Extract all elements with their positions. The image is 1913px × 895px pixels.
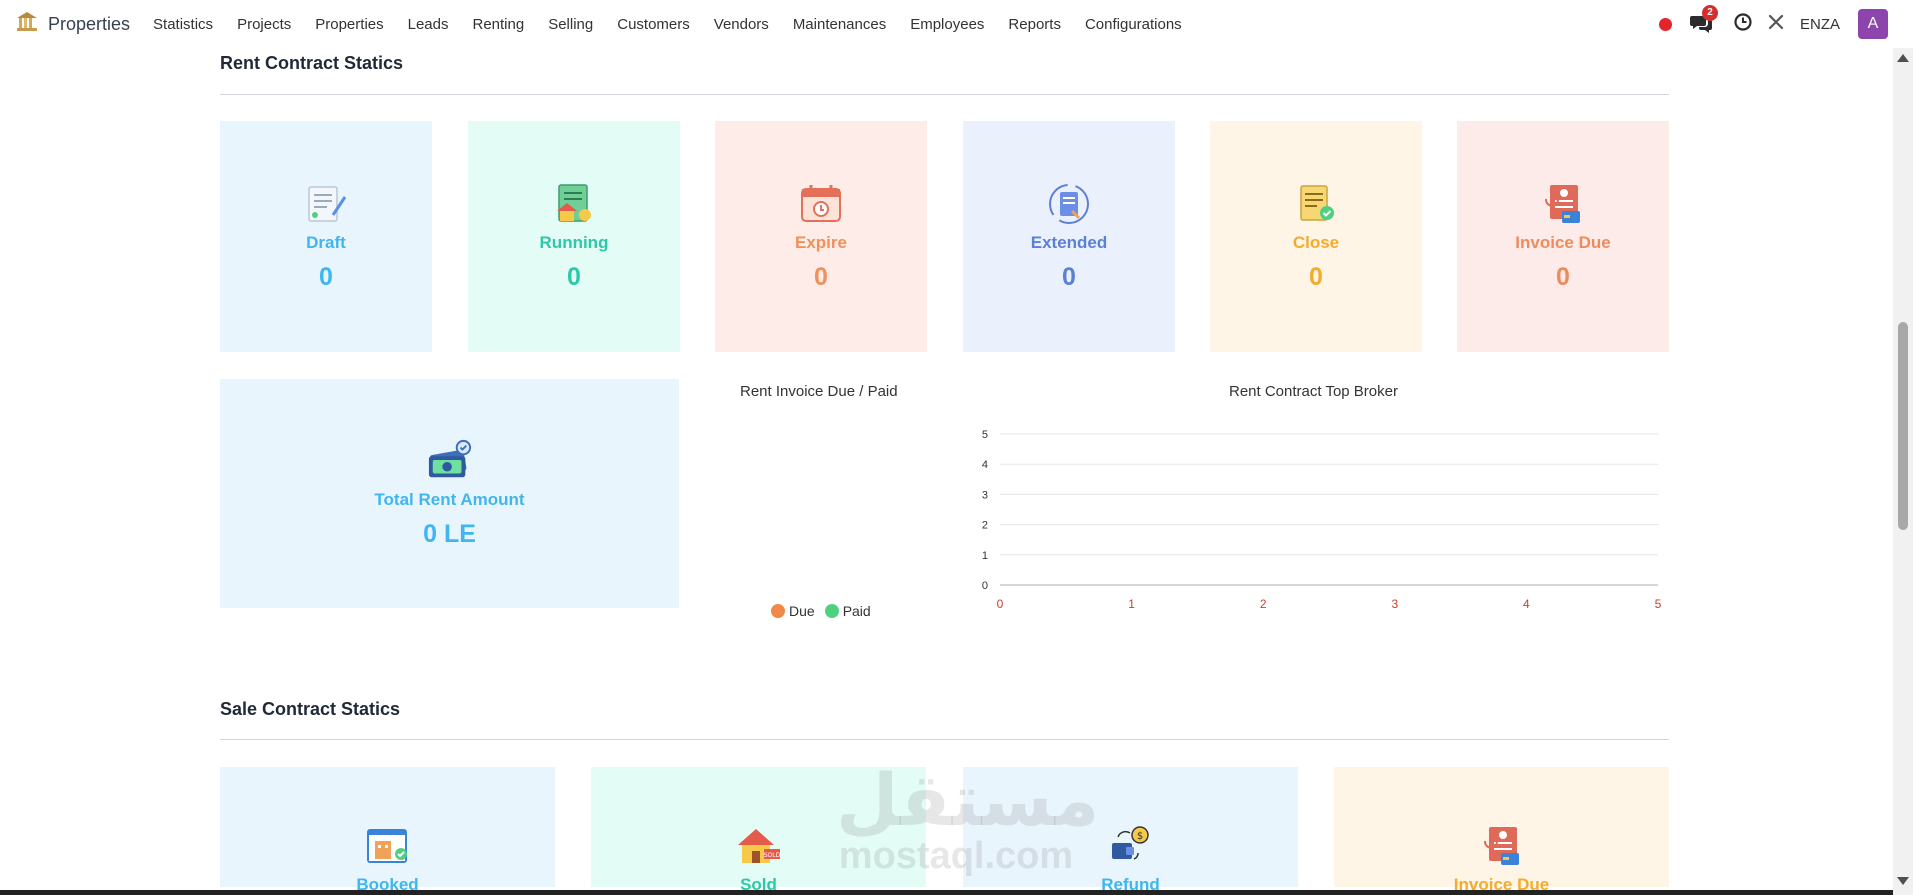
menu-item-maintenances[interactable]: Maintenances	[793, 16, 886, 33]
draft-document-icon	[303, 181, 349, 227]
legend-dot	[824, 604, 839, 618]
y-tick-label: 0	[982, 580, 988, 592]
scroll-thumb[interactable]	[1898, 322, 1908, 530]
menu-item-leads[interactable]: Leads	[408, 16, 449, 33]
watermark-latin: mostaql.com	[838, 835, 1074, 877]
rent-section-divider	[220, 94, 1669, 95]
app-name: Properties	[48, 13, 131, 34]
debug-tools-icon[interactable]	[1768, 14, 1784, 35]
chat-count-badge: 2	[1701, 5, 1718, 21]
menu-item-properties[interactable]: Properties	[315, 16, 383, 33]
x-tick-label: 5	[1655, 597, 1662, 611]
card-label: Close	[1292, 233, 1340, 252]
sale-card-booked[interactable]: Booked	[220, 767, 555, 894]
card-label: Expire	[795, 233, 847, 252]
calendar-expire-icon	[798, 181, 844, 227]
running-house-contract-icon	[551, 181, 597, 227]
activity-clock-icon[interactable]	[1734, 12, 1752, 36]
y-tick-label: 4	[982, 459, 988, 471]
card-label: Running	[539, 233, 609, 252]
menu-item-selling[interactable]: Selling	[548, 16, 593, 33]
card-label: Extended	[1030, 233, 1108, 252]
x-tick-label: 1	[1128, 597, 1135, 611]
card-value: 0	[1556, 263, 1570, 291]
legend-label: Due	[789, 603, 815, 619]
refund-wallet-icon: $	[1108, 823, 1154, 869]
watermark-arabic: مستقل	[836, 761, 1100, 841]
menu-item-vendors[interactable]: Vendors	[714, 16, 769, 33]
messaging-button[interactable]: 2	[1689, 5, 1718, 34]
watermark: مستقل mostaql.com	[836, 761, 1100, 877]
y-tick-label: 1	[982, 550, 988, 562]
menu-item-employees[interactable]: Employees	[910, 16, 984, 33]
y-tick-label: 3	[982, 489, 988, 501]
user-avatar[interactable]: A	[1858, 9, 1888, 39]
menu-item-reports[interactable]: Reports	[1008, 16, 1061, 33]
pie-chart-legend: Due Paid	[771, 603, 871, 619]
rent-card-invoice-due[interactable]: Invoice Due 0	[1457, 121, 1669, 352]
x-tick-label: 2	[1260, 597, 1267, 611]
company-switcher[interactable]: ENZA	[1800, 16, 1840, 33]
rent-card-expire[interactable]: Expire 0	[715, 121, 927, 352]
rent-card-close[interactable]: Close 0	[1210, 121, 1422, 352]
page-scrollbar[interactable]	[1893, 48, 1913, 895]
y-tick-label: 5	[982, 429, 988, 441]
app-logo-icon	[16, 11, 38, 37]
scroll-down-arrow-icon[interactable]	[1897, 877, 1909, 885]
invoice-due-icon	[1479, 823, 1525, 869]
card-value: 0	[1062, 263, 1076, 291]
menu-item-projects[interactable]: Projects	[237, 16, 291, 33]
card-label: Invoice Due	[1515, 233, 1611, 252]
bar-chart-title: Rent Contract Top Broker	[1229, 383, 1398, 400]
sold-house-icon: SOLD	[736, 823, 782, 869]
x-tick-label: 4	[1523, 597, 1530, 611]
sale-section-title: Sale Contract Statics	[220, 699, 401, 719]
broker-bar-chart: 0 1 2 3 4 5 0 1 2 3 4 5	[982, 429, 1662, 611]
total-rent-value: 0 LE	[423, 520, 476, 548]
menu-item-statistics[interactable]: Statistics	[153, 16, 213, 33]
invoice-due-icon	[1540, 181, 1586, 227]
sale-card-invoice-due[interactable]: Invoice Due	[1334, 767, 1669, 894]
legend-item-due[interactable]: Due	[771, 603, 815, 619]
card-value: 0	[1309, 263, 1323, 291]
recording-indicator-icon[interactable]	[1658, 17, 1672, 31]
app-brand[interactable]: Properties	[16, 11, 131, 37]
x-tick-label: 0	[997, 597, 1004, 611]
closed-contract-icon	[1293, 181, 1339, 227]
booked-building-icon	[365, 823, 411, 869]
money-cash-icon	[427, 438, 473, 484]
card-value: 0	[319, 263, 333, 291]
legend-dot	[771, 604, 785, 618]
svg-text:$: $	[1136, 831, 1142, 842]
rent-card-draft[interactable]: Draft 0	[220, 121, 432, 352]
x-tick-label: 3	[1391, 597, 1398, 611]
scroll-up-arrow-icon[interactable]	[1897, 54, 1909, 62]
card-label: Draft	[306, 233, 346, 252]
window-bottom-edge	[0, 890, 1893, 895]
y-tick-label: 2	[982, 520, 988, 532]
card-value: 0	[814, 263, 828, 291]
pie-chart-title: Rent Invoice Due / Paid	[740, 383, 898, 400]
menu-item-renting[interactable]: Renting	[473, 16, 525, 33]
sale-section-divider	[220, 739, 1669, 740]
rent-card-running[interactable]: Running 0	[468, 121, 680, 352]
menu-item-configurations[interactable]: Configurations	[1085, 16, 1182, 33]
card-value: 0	[567, 263, 581, 291]
legend-label: Paid	[842, 603, 871, 619]
legend-item-paid[interactable]: Paid	[824, 603, 871, 619]
main-menu: Statistics Projects Properties Leads Renting…	[153, 16, 1206, 33]
rent-section-title: Rent Contract Statics	[220, 53, 404, 73]
extended-contract-icon	[1046, 181, 1092, 227]
systray: 2 ENZA A	[1658, 0, 1888, 48]
total-rent-label: Total Rent Amount	[374, 490, 525, 509]
svg-text:SOLD: SOLD	[763, 852, 780, 859]
top-navbar: Properties Statistics Projects Properties L…	[0, 0, 1913, 48]
total-rent-amount-card[interactable]: Total Rent Amount 0 LE	[220, 379, 679, 608]
menu-item-customers[interactable]: Customers	[617, 16, 690, 33]
rent-card-extended[interactable]: Extended 0	[963, 121, 1175, 352]
